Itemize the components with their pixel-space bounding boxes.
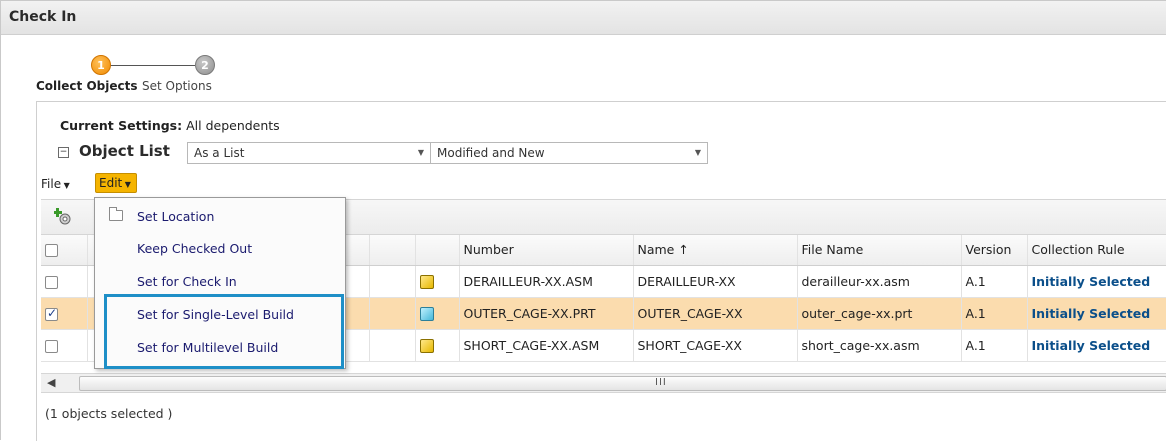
chevron-down-icon: ▼ bbox=[61, 181, 70, 190]
column-header-number[interactable]: Number bbox=[459, 235, 634, 266]
table-header-empty bbox=[369, 235, 416, 266]
assembly-icon bbox=[419, 338, 434, 353]
edit-dropdown-menu: Set Location Keep Checked Out Set for Ch… bbox=[94, 197, 346, 369]
menu-item-label: Set Location bbox=[137, 209, 215, 224]
row-checkbox[interactable] bbox=[45, 306, 58, 321]
row-select-cell[interactable] bbox=[41, 297, 88, 330]
cell-collection-rule: Initially Selected bbox=[1027, 265, 1166, 298]
filter-select-value: Modified and New bbox=[437, 146, 545, 160]
chevron-down-icon: ▼ bbox=[417, 148, 424, 157]
wizard-step-1-label[interactable]: Collect Objects bbox=[36, 79, 137, 93]
window-title: Check In bbox=[9, 9, 77, 25]
chevron-down-icon: ▼ bbox=[122, 180, 131, 189]
check-in-window: Check In 1 2 Collect Objects Set Options… bbox=[0, 0, 1166, 441]
menu-item-label: Set for Check In bbox=[137, 274, 237, 289]
title-bar: Check In bbox=[1, 1, 1166, 35]
row-checkbox[interactable] bbox=[45, 339, 58, 353]
current-settings: Current Settings: All dependents bbox=[60, 118, 280, 133]
row-checkbox[interactable] bbox=[45, 275, 58, 289]
current-settings-value: All dependents bbox=[186, 118, 280, 133]
view-select-value: As a List bbox=[194, 146, 245, 160]
menu-item-set-location[interactable]: Set Location bbox=[95, 201, 345, 233]
cell-collection-rule: Initially Selected bbox=[1027, 297, 1166, 330]
scrollbar-thumb[interactable]: III bbox=[79, 376, 1166, 391]
table-header-empty bbox=[415, 235, 460, 266]
table-cell bbox=[415, 297, 460, 330]
cell-name: DERAILLEUR-XX bbox=[633, 265, 798, 298]
file-menu[interactable]: File ▼ bbox=[41, 177, 70, 191]
edit-menu[interactable]: Edit ▼ bbox=[95, 173, 137, 193]
select-all-cell[interactable] bbox=[41, 235, 88, 266]
part-icon bbox=[419, 306, 434, 321]
horizontal-scrollbar[interactable]: ◀ III bbox=[41, 373, 1166, 393]
file-menu-label: File bbox=[41, 177, 62, 191]
table-cell bbox=[369, 297, 416, 330]
current-settings-label: Current Settings: bbox=[60, 118, 183, 133]
menu-item-set-single-level-build[interactable]: Set for Single-Level Build bbox=[95, 299, 345, 331]
table-cell bbox=[415, 329, 460, 362]
edit-menu-label: Edit bbox=[99, 176, 123, 190]
assembly-icon bbox=[419, 274, 434, 289]
cell-file-name: outer_cage-xx.prt bbox=[797, 297, 962, 330]
wizard-step-2-badge[interactable]: 2 bbox=[195, 55, 215, 75]
scroll-left-icon[interactable]: ◀ bbox=[47, 376, 55, 389]
object-list-title: Object List bbox=[79, 142, 170, 160]
view-select[interactable]: As a List ▼ bbox=[187, 142, 431, 164]
cell-version: A.1 bbox=[961, 265, 1028, 298]
cell-number: SHORT_CAGE-XX.ASM bbox=[459, 329, 634, 362]
cell-file-name: short_cage-xx.asm bbox=[797, 329, 962, 362]
wizard-step-1-badge[interactable]: 1 bbox=[91, 55, 111, 75]
cell-number: DERAILLEUR-XX.ASM bbox=[459, 265, 634, 298]
row-select-cell[interactable] bbox=[41, 265, 88, 298]
collapse-icon[interactable]: − bbox=[58, 147, 69, 158]
wizard-step-2-label[interactable]: Set Options bbox=[142, 79, 212, 93]
chevron-down-icon: ▼ bbox=[694, 148, 701, 157]
wizard-step-connector bbox=[107, 65, 195, 66]
cell-collection-rule: Initially Selected bbox=[1027, 329, 1166, 362]
cell-number: OUTER_CAGE-XX.PRT bbox=[459, 297, 634, 330]
menu-item-label: Set for Multilevel Build bbox=[137, 340, 279, 355]
scrollbar-grip: III bbox=[655, 377, 667, 388]
column-header-collection-rule[interactable]: Collection Rule bbox=[1027, 235, 1166, 266]
menu-item-label: Keep Checked Out bbox=[137, 241, 253, 256]
cell-name: SHORT_CAGE-XX bbox=[633, 329, 798, 362]
menu-item-keep-checked-out[interactable]: Keep Checked Out bbox=[95, 233, 345, 265]
table-cell bbox=[369, 265, 416, 298]
column-header-name[interactable]: Name ↑ bbox=[633, 235, 798, 266]
row-select-cell[interactable] bbox=[41, 329, 88, 362]
select-all-checkbox[interactable] bbox=[45, 244, 58, 258]
cell-version: A.1 bbox=[961, 329, 1028, 362]
table-cell bbox=[369, 329, 416, 362]
selection-status: (1 objects selected ) bbox=[45, 406, 173, 421]
column-header-file-name[interactable]: File Name bbox=[797, 235, 962, 266]
cell-file-name: derailleur-xx.asm bbox=[797, 265, 962, 298]
cell-version: A.1 bbox=[961, 297, 1028, 330]
menu-item-set-multilevel-build[interactable]: Set for Multilevel Build bbox=[95, 332, 345, 364]
column-header-version[interactable]: Version bbox=[961, 235, 1028, 266]
folder-icon bbox=[109, 207, 123, 221]
filter-select[interactable]: Modified and New ▼ bbox=[430, 142, 708, 164]
menu-item-label: Set for Single-Level Build bbox=[137, 307, 294, 322]
table-cell bbox=[415, 265, 460, 298]
menu-item-set-for-check-in[interactable]: Set for Check In bbox=[95, 266, 345, 298]
cell-name: OUTER_CAGE-XX bbox=[633, 297, 798, 330]
add-gear-icon[interactable] bbox=[54, 207, 74, 227]
